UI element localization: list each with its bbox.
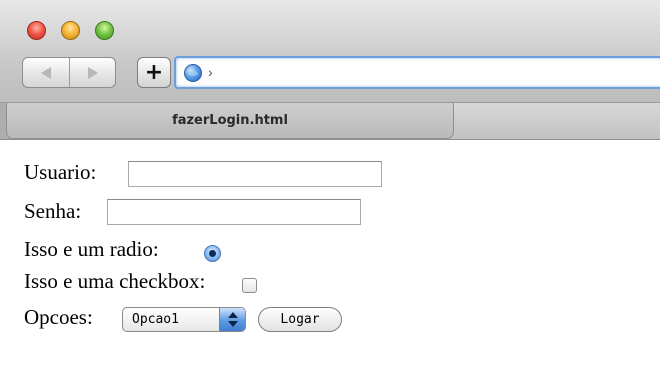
logar-button[interactable]: Logar <box>258 307 342 332</box>
back-arrow-icon <box>41 67 51 79</box>
address-bar[interactable]: › <box>174 56 660 89</box>
checkbox-label: Isso e uma checkbox: <box>24 269 206 293</box>
tab-title: fazerLogin.html <box>172 113 288 128</box>
forward-button[interactable] <box>68 58 116 87</box>
navigation-buttons <box>22 57 116 88</box>
minimize-icon[interactable] <box>61 21 80 40</box>
senha-label: Senha: <box>24 199 82 223</box>
senha-row: Senha: <box>24 199 81 224</box>
usuario-label: Usuario: <box>24 160 97 184</box>
plus-icon: + <box>144 60 164 85</box>
senha-input[interactable] <box>107 199 361 225</box>
logar-button-label: Logar <box>280 312 320 327</box>
opcoes-selected-value: Opcao1 <box>132 312 179 327</box>
opcoes-label: Opcoes: <box>24 305 93 329</box>
close-icon[interactable] <box>27 21 46 40</box>
checkbox-row: Isso e uma checkbox: <box>24 269 205 294</box>
opcoes-row: Opcoes: <box>24 305 93 330</box>
radio-button[interactable] <box>204 245 221 262</box>
radio-label: Isso e um radio: <box>24 237 159 261</box>
usuario-input[interactable] <box>128 161 382 187</box>
opcoes-select[interactable]: Opcao1 <box>122 307 246 332</box>
globe-icon <box>184 64 202 82</box>
radio-row: Isso e um radio: <box>24 237 159 262</box>
address-text: › <box>208 64 213 80</box>
tab-fazerlogin[interactable]: fazerLogin.html <box>6 103 454 139</box>
add-bookmark-button[interactable]: + <box>137 57 171 88</box>
zoom-icon[interactable] <box>95 21 114 40</box>
checkbox[interactable] <box>242 278 257 293</box>
forward-arrow-icon <box>87 67 98 79</box>
back-button[interactable] <box>23 58 69 87</box>
usuario-row: Usuario: <box>24 160 96 185</box>
tab-bar: fazerLogin.html <box>0 103 660 140</box>
window-titlebar: + › <box>0 0 660 103</box>
select-arrows-icon <box>219 308 245 331</box>
